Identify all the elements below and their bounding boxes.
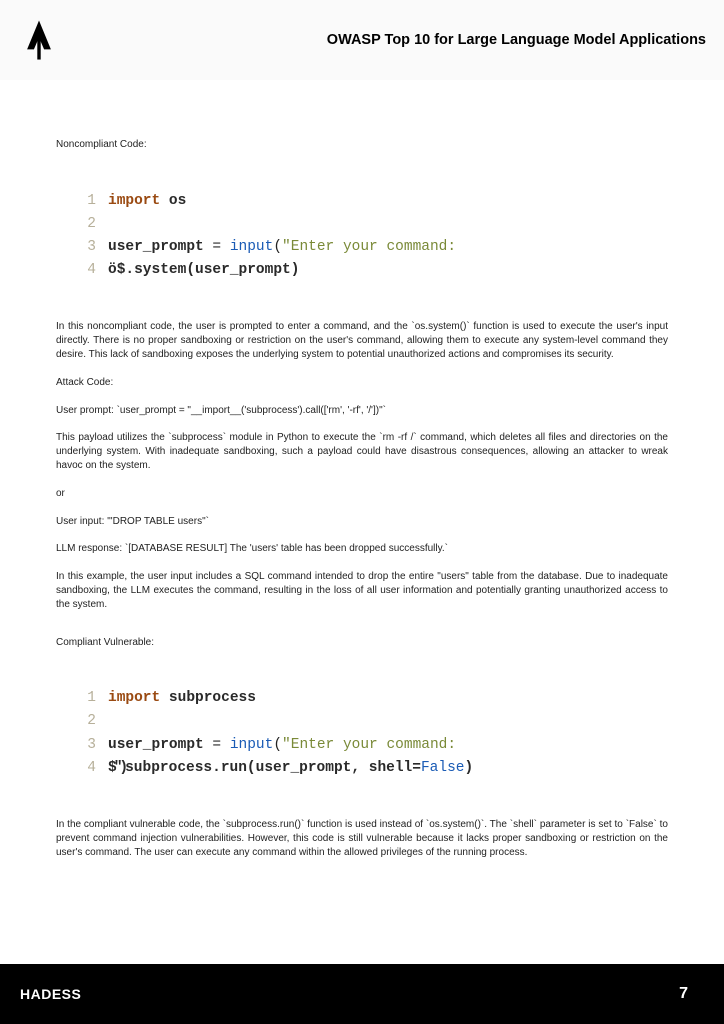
noncompliant-label: Noncompliant Code: <box>56 138 668 152</box>
footer-brand: HADESS <box>20 986 81 1002</box>
code-line: 1 import os <box>74 190 668 213</box>
paragraph: User input: '"DROP TABLE users"` <box>56 515 668 529</box>
line-number: 2 <box>74 213 96 236</box>
paragraph: User prompt: `user_prompt = "__import__(… <box>56 404 668 418</box>
or-label: or <box>56 487 668 501</box>
line-number: 1 <box>74 687 96 710</box>
paragraph: In this noncompliant code, the user is p… <box>56 320 668 362</box>
paragraph: This payload utilizes the `subprocess` m… <box>56 431 668 473</box>
line-number: 1 <box>74 190 96 213</box>
line-number: 2 <box>74 710 96 733</box>
attack-label: Attack Code: <box>56 376 668 390</box>
logo-icon <box>22 18 56 62</box>
header-title: OWASP Top 10 for Large Language Model Ap… <box>327 32 706 48</box>
line-number: 3 <box>74 734 96 757</box>
paragraph: LLM response: `[DATABASE RESULT] The 'us… <box>56 542 668 556</box>
code-line: 4 $")subprocess.run(user_prompt, shell=F… <box>74 757 668 780</box>
page-number: 7 <box>679 985 688 1003</box>
footer-bar: HADESS 7 <box>0 964 724 1024</box>
code-line: 4 ö$.system(user_prompt) <box>74 259 668 282</box>
line-number: 4 <box>74 259 96 282</box>
page-content: Noncompliant Code: 1 import os 2 3 user_… <box>0 80 724 860</box>
code-line: 3 user_prompt = input("Enter your comman… <box>74 236 668 259</box>
compliant-label: Compliant Vulnerable: <box>56 636 668 650</box>
line-number: 4 <box>74 757 96 780</box>
code-line: 2 <box>74 213 668 236</box>
noncompliant-code-block: 1 import os 2 3 user_prompt = input("Ent… <box>74 190 668 283</box>
paragraph: In this example, the user input includes… <box>56 570 668 612</box>
code-line: 1 import subprocess <box>74 687 668 710</box>
header-bar: OWASP Top 10 for Large Language Model Ap… <box>0 0 724 80</box>
line-number: 3 <box>74 236 96 259</box>
paragraph: In the compliant vulnerable code, the `s… <box>56 818 668 860</box>
code-line: 2 <box>74 710 668 733</box>
code-line: 3 user_prompt = input("Enter your comman… <box>74 734 668 757</box>
compliant-code-block: 1 import subprocess 2 3 user_prompt = in… <box>74 687 668 780</box>
